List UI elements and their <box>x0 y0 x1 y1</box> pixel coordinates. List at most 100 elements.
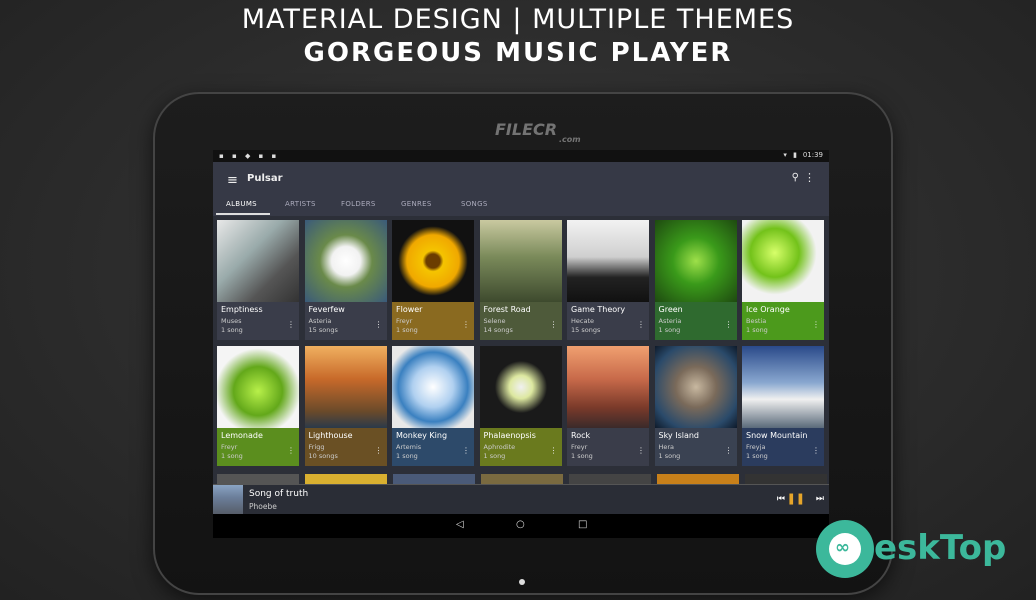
album-overflow-icon[interactable]: ⋮ <box>375 320 383 329</box>
album-song-count: 1 song <box>221 452 243 460</box>
album-song-count: 1 song <box>221 326 243 334</box>
headline-line2: GORGEOUS MUSIC PLAYER <box>303 38 733 68</box>
album-title: Ice Orange <box>746 305 790 314</box>
album-overflow-icon[interactable]: ⋮ <box>287 320 295 329</box>
back-icon[interactable]: ◁ <box>456 519 464 530</box>
recents-icon[interactable]: □ <box>578 519 587 530</box>
active-tab-indicator <box>216 213 270 215</box>
album-info: Lighthouse Frigg 10 songs ⋮ <box>304 428 387 466</box>
album-art[interactable] <box>567 346 649 428</box>
tab-genres[interactable]: GENRES <box>401 200 432 208</box>
album-overflow-icon[interactable]: ⋮ <box>462 446 470 455</box>
search-icon[interactable]: ⚲ <box>792 172 799 183</box>
album-song-count: 1 song <box>396 326 418 334</box>
app-screen: ▪ ▪ ◆ ▪ ▪ ▾ ▮ 01:39 ≡ Pulsar ⚲ ⋮ ALBUMS … <box>213 150 829 538</box>
album-art[interactable] <box>217 220 299 302</box>
album-artist: Asteria <box>658 317 682 325</box>
status-clock: 01:39 <box>802 151 823 159</box>
desktop-brand-logo: ∞ eskTop <box>812 514 1022 584</box>
tab-artists[interactable]: ARTISTS <box>285 200 316 208</box>
album-info: Snow Mountain Freyja 1 song ⋮ <box>742 428 824 466</box>
album-overflow-icon[interactable]: ⋮ <box>812 320 820 329</box>
album-title: Lemonade <box>221 431 263 440</box>
watermark-sub: .com <box>559 135 581 144</box>
album-overflow-icon[interactable]: ⋮ <box>375 446 383 455</box>
wifi-battery-icons: ▾ ▮ <box>783 151 799 159</box>
album-art[interactable] <box>217 346 299 428</box>
album-artist: Hera <box>658 443 675 451</box>
hamburger-menu-icon[interactable]: ≡ <box>227 173 238 188</box>
album-art[interactable] <box>654 220 737 302</box>
album-art[interactable] <box>742 220 824 302</box>
album-overflow-icon[interactable]: ⋮ <box>637 320 645 329</box>
album-card[interactable]: Snow Mountain Freyja 1 song ⋮ <box>742 346 824 466</box>
album-card[interactable]: Green Asteria 1 song ⋮ <box>654 220 737 340</box>
album-art[interactable] <box>479 220 562 302</box>
album-art[interactable] <box>304 346 387 428</box>
album-overflow-icon[interactable]: ⋮ <box>637 446 645 455</box>
more-options-icon[interactable]: ⋮ <box>804 171 815 184</box>
album-song-count: 1 song <box>571 452 593 460</box>
album-song-count: 15 songs <box>308 326 338 334</box>
album-info: Emptiness Muses 1 song ⋮ <box>217 302 299 340</box>
album-card[interactable]: Phalaenopsis Aphrodite 1 song ⋮ <box>479 346 562 466</box>
album-title: Rock <box>571 431 591 440</box>
album-info: Lemonade Freyr 1 song ⋮ <box>217 428 299 466</box>
tab-albums[interactable]: ALBUMS <box>226 200 257 208</box>
album-song-count: 10 songs <box>308 452 338 460</box>
now-playing-artist: Phoebe <box>249 502 277 511</box>
skip-next-icon[interactable]: ⏭ <box>816 494 824 504</box>
home-icon[interactable]: ○ <box>516 519 525 530</box>
album-info: Flower Freyr 1 song ⋮ <box>392 302 474 340</box>
album-info: Ice Orange Bestia 1 song ⋮ <box>742 302 824 340</box>
album-card[interactable]: Rock Freyr 1 song ⋮ <box>567 346 649 466</box>
album-overflow-icon[interactable]: ⋮ <box>812 446 820 455</box>
album-card[interactable]: Ice Orange Bestia 1 song ⋮ <box>742 220 824 340</box>
album-artist: Muses <box>221 317 242 325</box>
album-art[interactable] <box>304 220 387 302</box>
headline-line1: MATERIAL DESIGN | MULTIPLE THEMES <box>241 4 795 35</box>
album-title: Snow Mountain <box>746 431 808 440</box>
album-overflow-icon[interactable]: ⋮ <box>550 320 558 329</box>
filecr-watermark: FILECR .com <box>495 120 581 144</box>
album-artist: Artemis <box>396 443 422 451</box>
album-art[interactable] <box>392 220 474 302</box>
album-overflow-icon[interactable]: ⋮ <box>725 446 733 455</box>
album-overflow-icon[interactable]: ⋮ <box>462 320 470 329</box>
album-card[interactable]: Emptiness Muses 1 song ⋮ <box>217 220 299 340</box>
status-bar: ▪ ▪ ◆ ▪ ▪ ▾ ▮ 01:39 <box>213 150 829 162</box>
album-overflow-icon[interactable]: ⋮ <box>287 446 295 455</box>
album-art[interactable] <box>479 346 562 428</box>
skip-previous-icon[interactable]: ⏮ <box>777 494 785 504</box>
album-art[interactable] <box>742 346 824 428</box>
album-card[interactable]: Game Theory Hecate 15 songs ⋮ <box>567 220 649 340</box>
album-artist: Frigg <box>308 443 325 451</box>
app-title: Pulsar <box>247 173 283 184</box>
album-art[interactable] <box>567 220 649 302</box>
album-song-count: 1 song <box>746 326 768 334</box>
album-card[interactable]: Flower Freyr 1 song ⋮ <box>392 220 474 340</box>
album-card[interactable]: Monkey King Artemis 1 song ⋮ <box>392 346 474 466</box>
album-card[interactable]: Lemonade Freyr 1 song ⋮ <box>217 346 299 466</box>
tab-folders[interactable]: FOLDERS <box>341 200 376 208</box>
album-card[interactable]: Forest Road Selene 14 songs ⋮ <box>479 220 562 340</box>
next-row-peek <box>217 474 829 484</box>
now-playing-album-art[interactable] <box>213 485 243 515</box>
album-art[interactable] <box>392 346 474 428</box>
brand-text: eskTop <box>874 528 1007 568</box>
album-card[interactable]: Feverfew Asteria 15 songs ⋮ <box>304 220 387 340</box>
tab-songs[interactable]: SONGS <box>461 200 488 208</box>
pause-icon[interactable]: ❚❚ <box>787 492 805 505</box>
album-card[interactable]: Sky Island Hera 1 song ⋮ <box>654 346 737 466</box>
album-title: Monkey King <box>396 431 448 440</box>
album-overflow-icon[interactable]: ⋮ <box>550 446 558 455</box>
album-card[interactable]: Lighthouse Frigg 10 songs ⋮ <box>304 346 387 466</box>
album-artist: Asteria <box>308 317 332 325</box>
album-title: Game Theory <box>571 305 626 314</box>
album-overflow-icon[interactable]: ⋮ <box>725 320 733 329</box>
album-title: Feverfew <box>308 305 345 314</box>
album-art[interactable] <box>654 346 737 428</box>
album-title: Emptiness <box>221 305 263 314</box>
album-song-count: 1 song <box>483 452 506 460</box>
now-playing-bar[interactable]: Song of truth Phoebe ⏮ ❚❚ ⏭ <box>213 484 829 515</box>
